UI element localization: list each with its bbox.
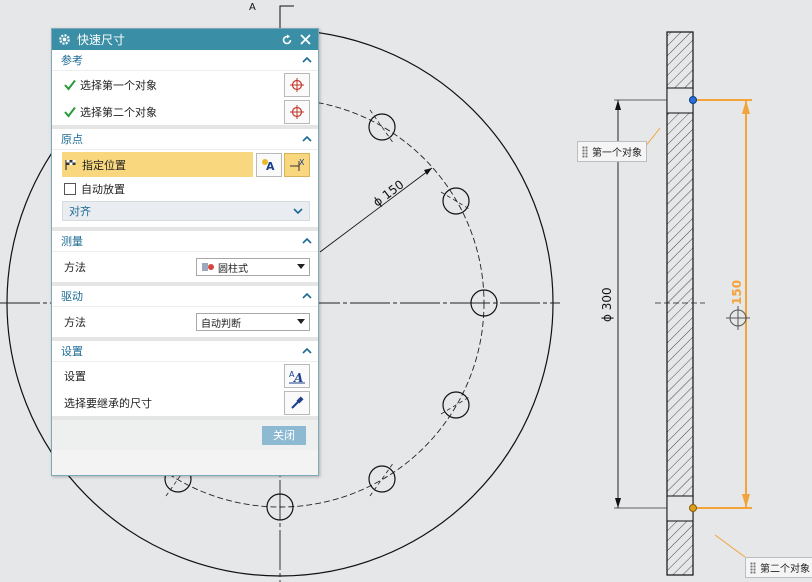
bolt-hole <box>368 113 396 141</box>
chevron-up-icon <box>302 135 312 142</box>
dialog-footer: 关闭 <box>52 420 318 450</box>
measure-method-row: 方法 圆柱式 <box>52 252 318 282</box>
quick-dimension-dialog: 快速尺寸 参考 选择第一个对象 选择第二个对象 原点 指定位置 A X 自动放置… <box>51 28 319 476</box>
section-header-drive[interactable]: 驱动 <box>52 286 318 307</box>
drive-method-row: 方法 自动判断 <box>52 307 318 337</box>
grip-icon <box>582 145 588 158</box>
select-second-object-row[interactable]: 选择第二个对象 <box>52 98 318 125</box>
check-icon <box>64 106 76 118</box>
callout-second-object: 第二个对象 <box>745 557 812 578</box>
inherit-dimension-button[interactable] <box>284 390 310 415</box>
text-settings-icon: A <box>262 158 275 172</box>
flag-icon <box>65 159 76 170</box>
dialog-titlebar[interactable]: 快速尺寸 <box>52 29 318 50</box>
section-header-origin[interactable]: 原点 <box>52 129 318 150</box>
callout-first-object: 第一个对象 <box>577 141 647 162</box>
target-icon <box>290 77 304 92</box>
dim-active: 150 <box>730 280 744 305</box>
chevron-up-icon <box>302 292 312 299</box>
auto-place-row[interactable]: 自动放置 <box>52 179 318 199</box>
dropdown-arrow-icon <box>297 319 305 324</box>
select-first-object-row[interactable]: 选择第一个对象 <box>52 71 318 98</box>
section-measure: 测量 方法 圆柱式 <box>52 231 318 286</box>
close-dialog-button[interactable] <box>298 33 312 47</box>
reset-icon <box>282 34 292 44</box>
section-settings: 设置 设置 AA 选择要继承的尺寸 <box>52 341 318 420</box>
chevron-up-icon <box>302 237 312 244</box>
select-first-object-button[interactable] <box>284 72 310 97</box>
section-header-measure[interactable]: 测量 <box>52 231 318 252</box>
check-icon <box>64 79 76 91</box>
section-marker <box>279 5 294 30</box>
measure-method-select[interactable]: 圆柱式 <box>196 258 310 276</box>
target-icon <box>290 104 304 119</box>
gear-icon <box>59 34 70 45</box>
dim-leader <box>319 167 433 253</box>
svg-text:A: A <box>293 371 303 384</box>
settings-row: 设置 AA <box>52 362 318 389</box>
dim-outer: ϕ 300 <box>600 287 614 322</box>
text-settings-button[interactable]: A <box>256 152 282 177</box>
select-second-object-button[interactable] <box>284 99 310 124</box>
origin-tool-icon: X <box>290 158 305 171</box>
eyedropper-icon <box>291 395 304 409</box>
origin-tool-button[interactable]: X <box>284 152 310 177</box>
section-drive: 驱动 方法 自动判断 <box>52 286 318 341</box>
align-subsection[interactable]: 对齐 <box>62 201 310 221</box>
dimension-style-button[interactable]: AA <box>284 363 310 388</box>
section-origin: 原点 指定位置 A X 自动放置 对齐 <box>52 129 318 231</box>
specify-location-field[interactable]: 指定位置 <box>62 152 253 177</box>
close-button[interactable]: 关闭 <box>262 425 306 445</box>
dim-pitch-circle: ϕ 150 <box>370 177 406 209</box>
dimension-style-icon: AA <box>289 370 305 384</box>
dialog-title: 快速尺寸 <box>77 33 126 47</box>
section-reference: 参考 选择第一个对象 选择第二个对象 <box>52 50 318 129</box>
first-object-point[interactable] <box>689 96 697 104</box>
grip-icon <box>750 561 756 574</box>
section-header-settings[interactable]: 设置 <box>52 341 318 362</box>
chevron-down-icon <box>293 208 303 215</box>
inherit-dimension-row: 选择要继承的尺寸 <box>52 389 318 416</box>
close-icon <box>299 34 311 45</box>
section-label: A <box>249 2 256 13</box>
bolt-hole <box>368 465 396 493</box>
chevron-up-icon <box>302 56 312 63</box>
specify-location-row[interactable]: 指定位置 A X <box>52 150 318 179</box>
svg-text:X: X <box>299 158 305 167</box>
reset-button[interactable] <box>280 33 294 47</box>
drive-method-select[interactable]: 自动判断 <box>196 313 310 331</box>
auto-place-checkbox[interactable] <box>64 183 76 195</box>
cylindrical-icon <box>202 263 214 271</box>
section-header-reference[interactable]: 参考 <box>52 50 318 71</box>
chevron-up-icon <box>302 347 312 354</box>
dropdown-arrow-icon <box>297 264 305 269</box>
second-object-point[interactable] <box>689 504 697 512</box>
